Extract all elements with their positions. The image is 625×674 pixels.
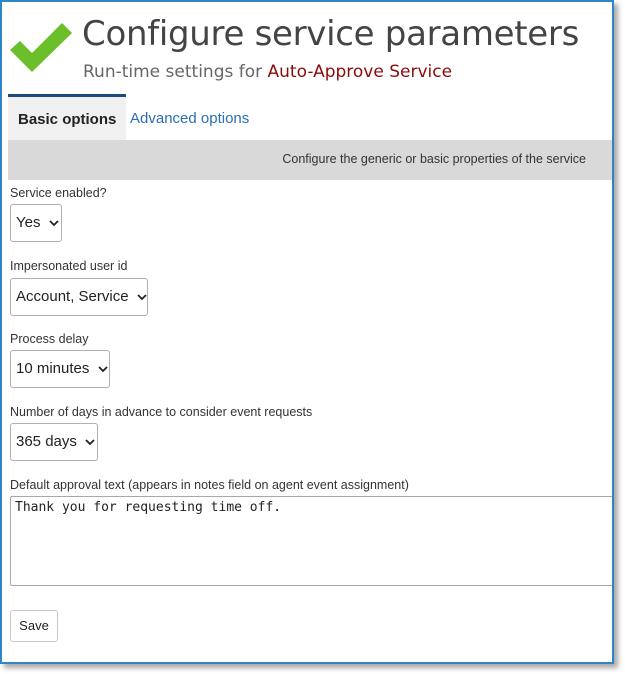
dialog-frame: Configure service parameters Run-time se… <box>0 0 614 664</box>
service-name: Auto-Approve Service <box>267 62 453 82</box>
page-header: Configure service parameters Run-time se… <box>8 12 608 92</box>
service-enabled-select[interactable]: Yes <box>10 204 62 242</box>
tab-advanced-options[interactable]: Advanced options <box>120 94 612 140</box>
approval-text-input[interactable]: Thank you for requesting time off. <box>10 496 612 586</box>
days-in-advance-label: Number of days in advance to consider ev… <box>10 405 313 419</box>
process-delay-value: 10 minutes <box>16 360 90 377</box>
page-title: Configure service parameters <box>82 14 580 54</box>
tab-basic-options[interactable]: Basic options <box>8 94 127 140</box>
tab-bar: Advanced options Basic options <box>8 94 612 140</box>
service-enabled-label: Service enabled? <box>10 186 107 200</box>
process-delay-label: Process delay <box>10 332 89 346</box>
service-enabled-value: Yes <box>16 214 41 231</box>
tab-description: Configure the generic or basic propertie… <box>282 152 586 166</box>
process-delay-select[interactable]: 10 minutes <box>10 350 110 388</box>
days-in-advance-value: 365 days <box>16 433 77 450</box>
impersonated-user-select[interactable]: Account, Service <box>10 278 148 316</box>
checkmark-icon <box>10 23 72 72</box>
impersonated-user-value: Account, Service <box>16 288 129 305</box>
approval-text-label: Default approval text (appears in notes … <box>10 478 409 492</box>
chevron-down-icon <box>85 439 95 446</box>
subtitle-prefix: Run-time settings for <box>83 62 263 82</box>
tab-description-bar: Configure the generic or basic propertie… <box>8 140 612 180</box>
impersonated-user-label: Impersonated user id <box>10 259 128 273</box>
save-button[interactable]: Save <box>10 610 58 642</box>
chevron-down-icon <box>49 220 59 227</box>
chevron-down-icon <box>137 294 147 301</box>
chevron-down-icon <box>97 366 108 373</box>
page-subtitle: Run-time settings for Auto-Approve Servi… <box>83 62 452 82</box>
days-in-advance-select[interactable]: 365 days <box>10 423 98 461</box>
